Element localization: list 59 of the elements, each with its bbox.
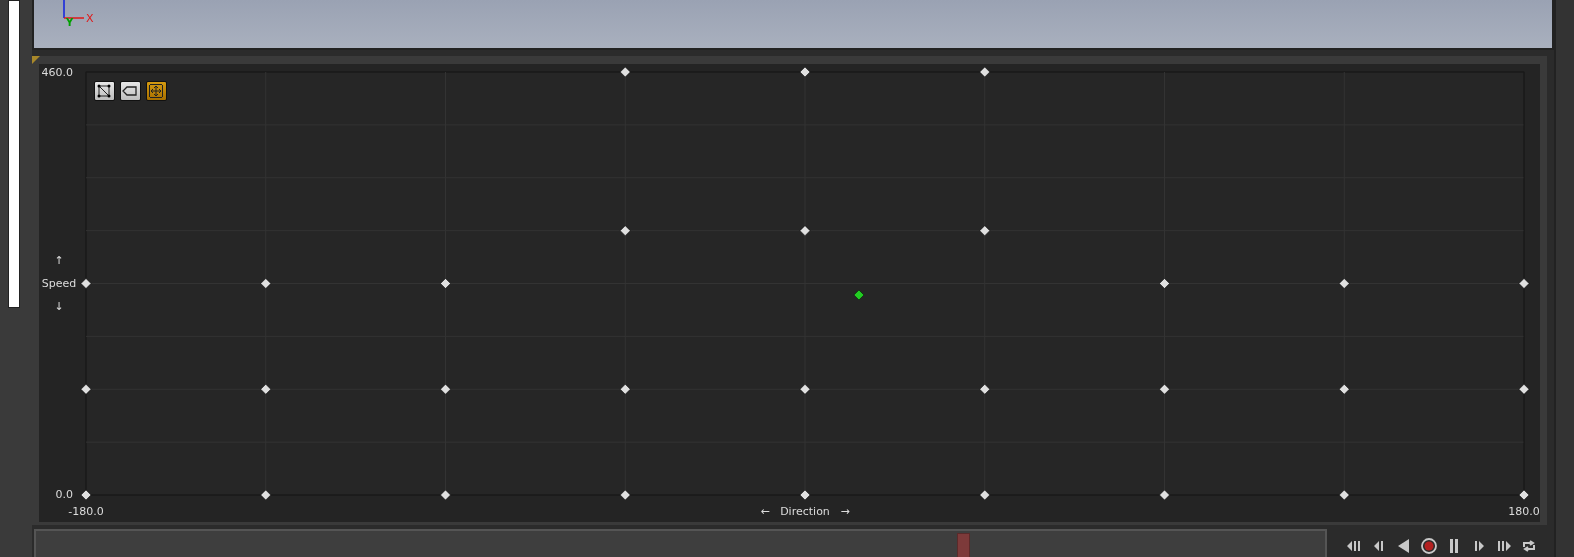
axis-arrow: ↑ (54, 254, 64, 267)
axis-arrow: → (840, 505, 850, 518)
toolbar-toggle[interactable] (119, 81, 141, 101)
sample-point[interactable] (619, 66, 631, 78)
record-icon (1421, 538, 1438, 554)
diagonal-square-icon (96, 83, 113, 99)
preview-point[interactable] (853, 289, 864, 301)
axis-tick-label: 0.0 (55, 488, 73, 501)
axis-tick-label: 460.0 (41, 66, 73, 79)
sample-point[interactable] (979, 225, 990, 236)
sample-point[interactable] (80, 489, 91, 501)
tag-icon (122, 83, 139, 99)
sample-point[interactable] (1518, 278, 1529, 289)
sample-point[interactable] (979, 66, 990, 78)
sample-point[interactable] (260, 384, 271, 395)
sample-point[interactable] (1338, 384, 1350, 395)
sample-point[interactable] (440, 278, 451, 289)
sample-point[interactable] (260, 489, 271, 501)
scrollbar-thumb[interactable] (8, 0, 20, 308)
skip-forward-icon (1496, 538, 1513, 554)
axis-tick-label: -180.0 (68, 505, 104, 518)
axis-title: Speed (41, 277, 76, 290)
toolbar-toggle[interactable] (93, 81, 115, 101)
axis-arrow: ← (760, 505, 770, 518)
four-arrows-icon (148, 83, 165, 99)
sample-point[interactable] (260, 278, 271, 289)
axis-arrow: ↓ (54, 300, 64, 313)
timeline-track[interactable] (33, 529, 1327, 557)
sample-point[interactable] (619, 384, 631, 395)
sample-point[interactable] (799, 225, 810, 236)
axis-label: X (85, 12, 94, 25)
sample-point[interactable] (80, 384, 91, 395)
axis-title: Direction (779, 505, 830, 518)
axis-tick-label: 180.0 (1508, 505, 1540, 518)
sample-point[interactable] (799, 489, 810, 501)
axis-label: Y (65, 17, 73, 26)
z-axis-line (63, 0, 65, 19)
skip-back-icon (1346, 538, 1363, 554)
sample-point[interactable] (1338, 489, 1350, 501)
sample-point[interactable] (799, 66, 810, 78)
sample-point[interactable] (440, 489, 451, 501)
sample-point[interactable] (1159, 489, 1170, 501)
sample-point[interactable] (1159, 278, 1170, 289)
loop-icon (1521, 538, 1538, 554)
sample-point[interactable] (1518, 384, 1529, 395)
sample-point[interactable] (1159, 384, 1170, 395)
x-axis-line (63, 17, 85, 19)
sample-point[interactable] (619, 225, 631, 236)
toolbar-toggle[interactable] (145, 81, 167, 101)
sample-point[interactable] (1518, 489, 1529, 501)
scrub-handle[interactable] (957, 533, 971, 557)
sample-point[interactable] (979, 384, 990, 395)
sample-point[interactable] (440, 384, 451, 395)
transport-button[interactable] (1418, 535, 1440, 557)
sample-point[interactable] (80, 278, 91, 289)
sample-point[interactable] (979, 489, 990, 501)
sample-point[interactable] (619, 489, 631, 501)
sample-point[interactable] (1338, 278, 1350, 289)
sample-point[interactable] (799, 384, 810, 395)
